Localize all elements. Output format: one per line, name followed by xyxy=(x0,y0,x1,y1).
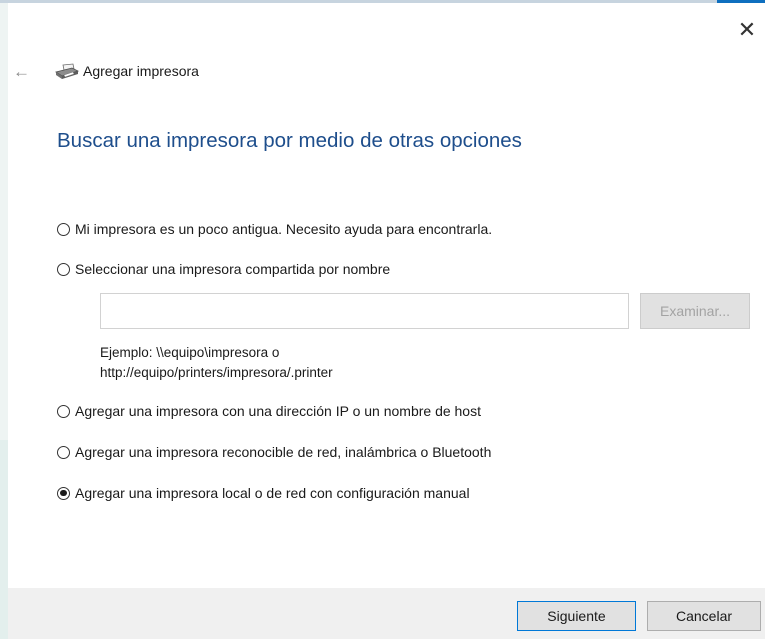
option-ip-or-hostname[interactable]: Agregar una impresora con una dirección … xyxy=(57,403,481,419)
wizard-title: Agregar impresora xyxy=(83,63,199,79)
radio-button[interactable] xyxy=(57,445,70,459)
close-icon: ✕ xyxy=(737,17,757,42)
titlebar-border xyxy=(0,0,765,3)
page-heading: Buscar una impresora por medio de otras … xyxy=(57,129,522,152)
example-line: http://equipo/printers/impresora/.printe… xyxy=(100,365,333,380)
option-label: Mi impresora es un poco antigua. Necesit… xyxy=(75,221,493,237)
radio-button[interactable] xyxy=(57,262,70,276)
browse-button[interactable]: Examinar... xyxy=(640,293,750,329)
back-arrow-icon: ← xyxy=(13,62,30,81)
back-button[interactable]: ← xyxy=(13,62,33,82)
option-shared-by-name[interactable]: Seleccionar una impresora compartida por… xyxy=(57,261,390,277)
next-button[interactable]: Siguiente xyxy=(517,601,636,631)
option-label: Seleccionar una impresora compartida por… xyxy=(75,261,391,277)
background-strip-decoration xyxy=(0,440,8,639)
close-button[interactable]: ✕ xyxy=(735,18,759,42)
option-label: Agregar una impresora local o de red con… xyxy=(75,485,470,501)
option-network-wireless-bluetooth[interactable]: Agregar una impresora reconocible de red… xyxy=(57,444,491,460)
option-label: Agregar una impresora reconocible de red… xyxy=(75,444,492,460)
example-text: Ejemplo: \\equipo\impresora o http://equ… xyxy=(100,343,333,383)
example-line: Ejemplo: \\equipo\impresora o xyxy=(100,345,280,360)
radio-button-selected[interactable] xyxy=(57,486,70,500)
radio-button[interactable] xyxy=(57,222,70,236)
printer-icon xyxy=(55,63,80,79)
radio-button[interactable] xyxy=(57,404,70,418)
shared-printer-name-input[interactable] xyxy=(100,293,629,329)
titlebar-accent xyxy=(717,0,765,3)
option-local-manual-settings[interactable]: Agregar una impresora local o de red con… xyxy=(57,485,470,501)
option-label: Agregar una impresora con una dirección … xyxy=(75,403,481,419)
option-old-printer[interactable]: Mi impresora es un poco antigua. Necesit… xyxy=(57,221,492,237)
cancel-button[interactable]: Cancelar xyxy=(647,601,761,631)
